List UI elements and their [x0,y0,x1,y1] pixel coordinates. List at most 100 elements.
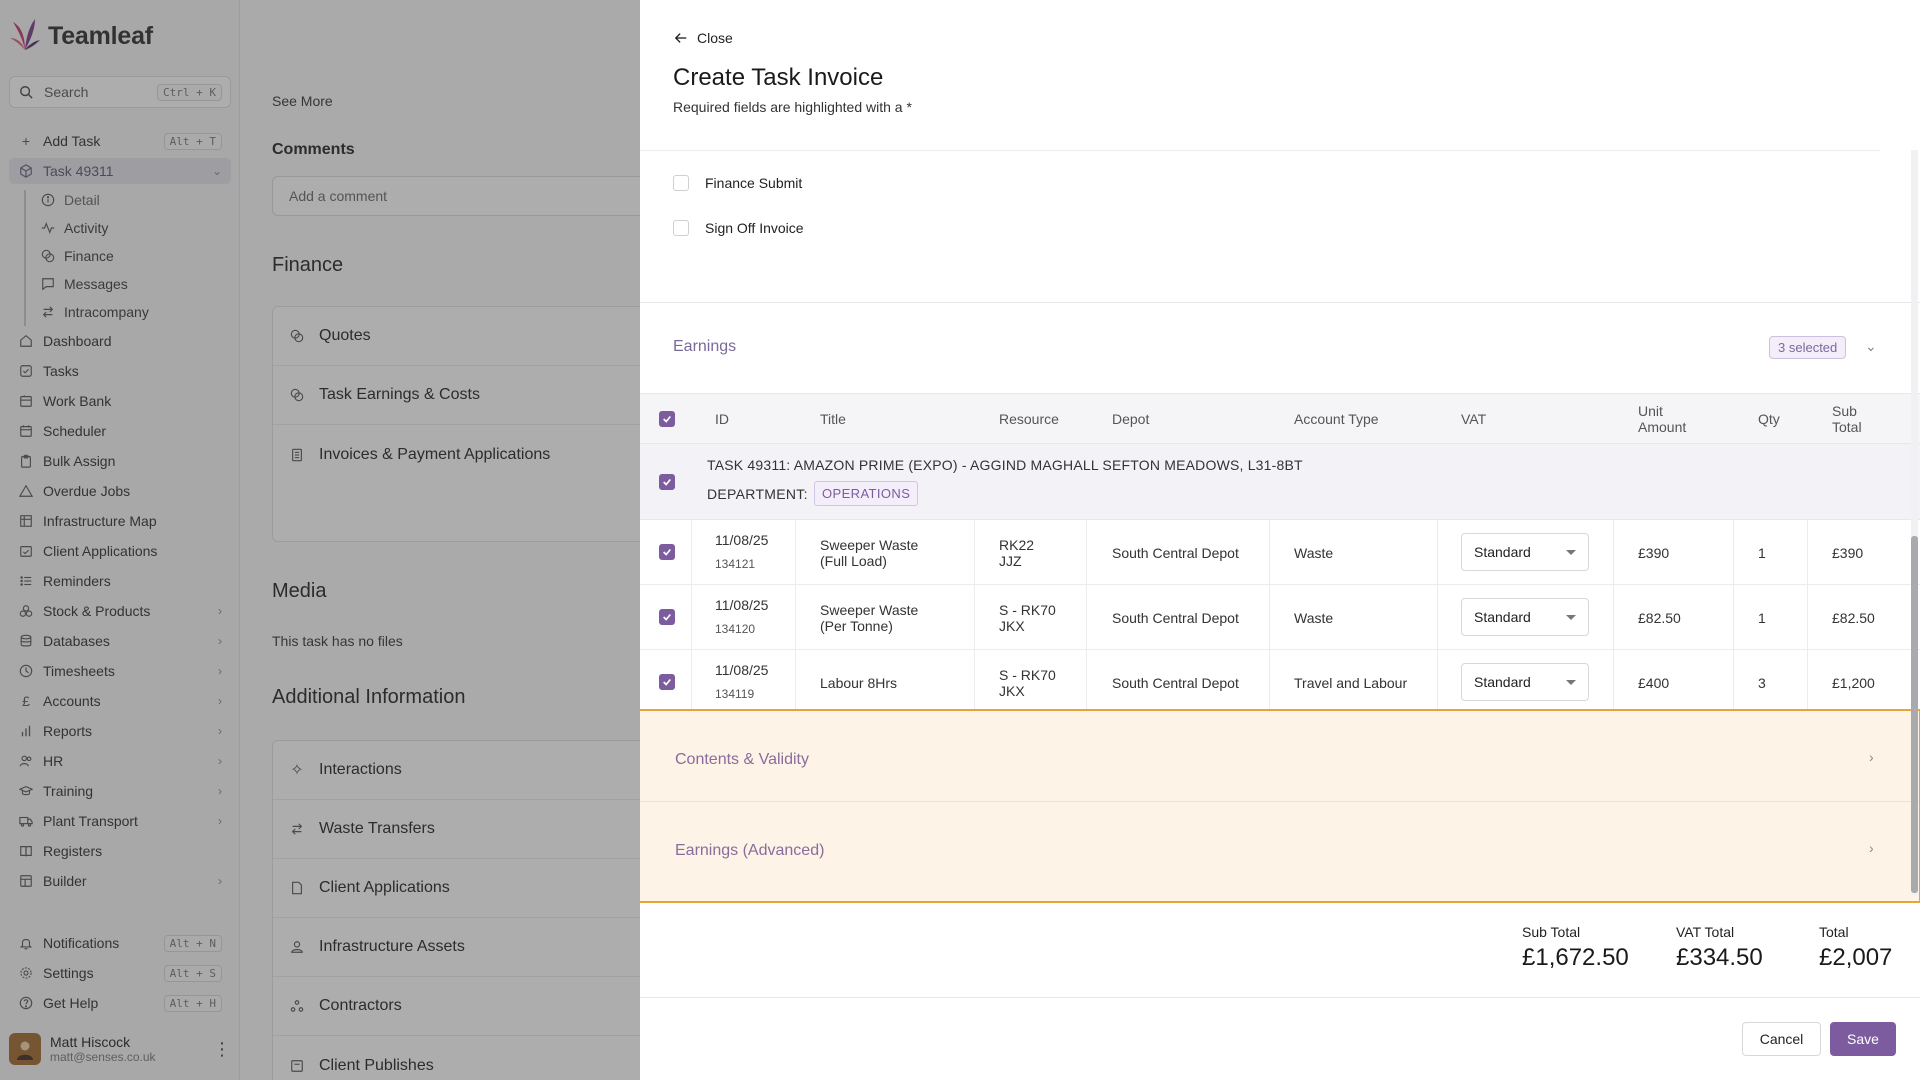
row-id: 134119 [715,687,755,701]
cell-divider [1086,520,1087,585]
row-unit-amount: £400 [1638,675,1670,691]
col-header-account-type: Account Type [1294,411,1379,427]
vat-select[interactable]: Standard [1461,598,1589,636]
cell-divider [1807,520,1808,585]
checkbox-label: Finance Submit [705,175,803,191]
cell-divider [1733,585,1734,650]
divider [640,302,1920,303]
accordion-group: Contents & Validity › Earnings (Advanced… [640,709,1920,903]
arrow-left-icon [673,30,689,46]
total-value: £2,007 [1819,944,1893,971]
drawer-subtitle: Required fields are highlighted with a * [673,99,912,115]
close-label: Close [697,30,733,46]
scrollbar-thumb[interactable] [1911,536,1918,893]
row-checkbox[interactable] [659,609,675,625]
sub-total-label: Sub Total [1522,924,1581,940]
close-button[interactable]: Close [673,30,733,46]
department-label: DEPARTMENT: [707,486,808,502]
chevron-right-icon: › [1869,840,1874,856]
table-row: 11/08/25 134121 Sweeper Waste (Full Load… [640,520,1920,585]
selected-count-badge: 3 selected [1769,336,1847,359]
cell-divider [795,520,796,585]
checkbox[interactable] [673,220,689,236]
vat-select[interactable]: Standard [1461,533,1589,571]
cell-divider [1613,520,1614,585]
group-checkbox[interactable] [659,474,675,490]
row-title-line1: Sweeper Waste [820,602,919,618]
col-header-unit-amount-line1: Unit [1638,403,1663,419]
cell-divider [691,520,692,585]
row-checkbox[interactable] [659,544,675,560]
col-header-unit-amount-line2: Amount [1638,419,1687,435]
row-resource-line2: JKX [999,683,1025,699]
save-button[interactable]: Save [1830,1022,1896,1056]
cell-divider [1733,650,1734,715]
row-account-type: Waste [1294,545,1334,561]
cell-divider [1807,650,1808,715]
finance-submit-checkbox[interactable]: Finance Submit [673,175,802,191]
row-resource-line1: RK22 [999,537,1035,553]
cell-divider [1269,585,1270,650]
vat-select-value: Standard [1474,674,1531,690]
row-resource-line1: S - RK70 [999,667,1056,683]
cell-divider [795,585,796,650]
divider [640,997,1920,998]
accordion-contents-validity[interactable]: Contents & Validity › [640,711,1919,802]
row-qty: 1 [1758,545,1766,561]
row-date: 11/08/25 [715,532,769,548]
col-header-resource: Resource [999,411,1059,427]
cell-divider [1437,650,1438,715]
row-sub-total: £390 [1832,545,1864,561]
department-badge: OPERATIONS [814,481,919,506]
drawer-title: Create Task Invoice [673,64,884,91]
row-account-type: Travel and Labour [1294,675,1408,691]
col-header-qty: Qty [1758,411,1780,427]
row-title-line1: Labour 8Hrs [820,675,898,691]
row-unit-amount: £82.50 [1638,610,1681,626]
vat-select[interactable]: Standard [1461,663,1589,701]
cell-divider [795,650,796,715]
row-checkbox[interactable] [659,674,675,690]
row-resource-line2: JJZ [999,553,1022,569]
col-header-sub-total-line2: Total [1832,419,1862,435]
row-date: 11/08/25 [715,662,769,678]
cell-divider [1613,650,1614,715]
col-header-sub-total-line1: Sub [1832,403,1857,419]
vat-total-value: £334.50 [1676,944,1763,971]
divider [640,150,1880,151]
row-depot: South Central Depot [1112,610,1239,626]
cell-divider [1086,650,1087,715]
cell-divider [691,585,692,650]
row-title-line2: (Full Load) [820,553,887,569]
total-label: Total [1819,924,1849,940]
sub-total-value: £1,672.50 [1522,944,1629,971]
checkbox-label: Sign Off Invoice [705,220,804,236]
accordion-earnings-advanced[interactable]: Earnings (Advanced) › [640,802,1919,893]
accordion-label: Contents & Validity [675,751,809,768]
modal-backdrop[interactable] [0,0,640,1080]
cell-divider [1807,585,1808,650]
row-id: 134120 [715,622,756,636]
create-invoice-drawer: Close Create Task Invoice Required field… [640,0,1920,1080]
cell-divider [974,585,975,650]
cell-divider [1086,585,1087,650]
caret-down-icon [1566,614,1576,620]
row-unit-amount: £390 [1638,545,1670,561]
caret-down-icon [1566,679,1576,685]
cell-divider [1613,585,1614,650]
cancel-button[interactable]: Cancel [1742,1022,1821,1056]
row-sub-total: £1,200 [1832,675,1875,691]
col-header-id: ID [715,411,729,427]
cell-divider [974,650,975,715]
row-depot: South Central Depot [1112,545,1239,561]
accordion-label: Earnings (Advanced) [675,842,825,859]
cell-divider [1269,650,1270,715]
sign-off-invoice-checkbox[interactable]: Sign Off Invoice [673,220,804,236]
vat-total-label: VAT Total [1676,924,1735,940]
cell-divider [1437,585,1438,650]
checkbox[interactable] [673,175,689,191]
task-group-row: TASK 49311: AMAZON PRIME (EXPO) - AGGIND… [640,444,1920,520]
select-all-checkbox[interactable] [659,411,675,427]
earnings-table-header: ID Title Resource Depot Account Type VAT… [640,393,1920,444]
chevron-down-icon[interactable]: ⌄ [1865,338,1877,355]
